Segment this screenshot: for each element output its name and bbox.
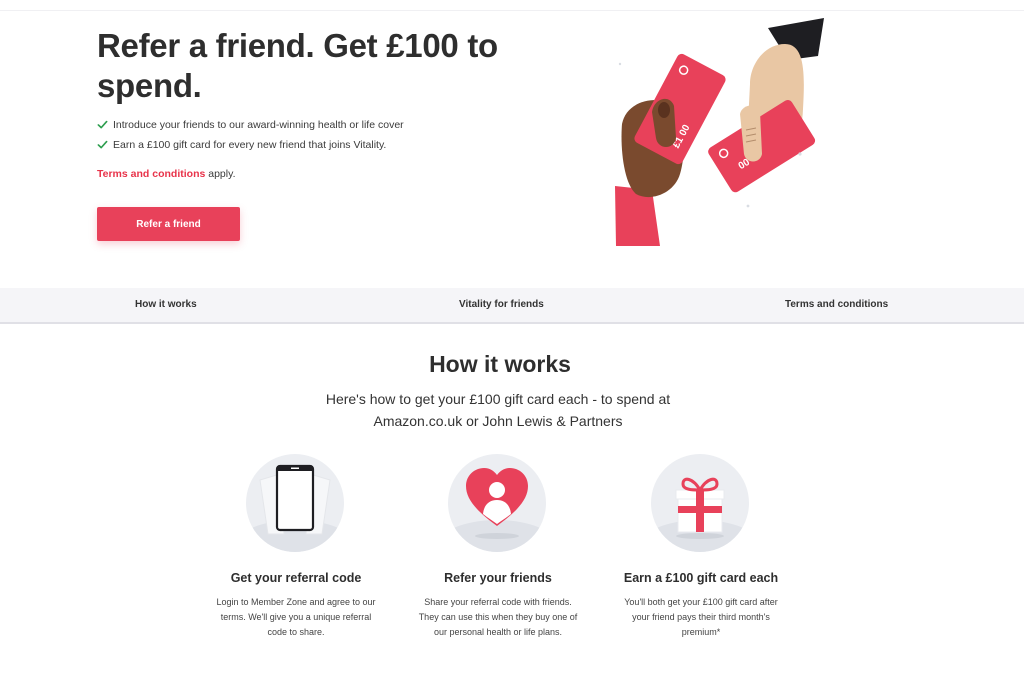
terms-suffix: apply.	[205, 168, 236, 180]
gift-card-exchange-illustration: £1 00 £1 00	[615, 18, 824, 246]
check-icon	[97, 140, 108, 149]
section-subtitle: Here's how to get your £100 gift card ea…	[0, 388, 996, 432]
tab-vitality-for-friends[interactable]: Vitality for friends	[459, 299, 544, 310]
subtitle-line: Here's how to get your £100 gift card ea…	[325, 391, 671, 407]
top-divider	[0, 10, 1024, 11]
benefit-text: Introduce your friends to our award-winn…	[113, 119, 404, 131]
refer-a-friend-button[interactable]: Refer a friend	[97, 207, 240, 241]
terms-note: Terms and conditions apply.	[97, 168, 236, 180]
terms-and-conditions-link[interactable]: Terms and conditions	[97, 168, 205, 180]
step-title: Refer your friends	[444, 571, 552, 585]
heart-person-icon	[448, 468, 546, 552]
section-title: How it works	[429, 351, 571, 377]
subtitle-line: Amazon.co.uk or John Lewis & Partners	[373, 413, 623, 429]
how-it-works-section: How it works Here's how to get your £100…	[0, 326, 1024, 694]
hero-title: Refer a friend. Get £100 to spend.	[97, 27, 498, 104]
benefit-item: Earn a £100 gift card for every new frie…	[97, 138, 404, 158]
step-description: You'll both get your £100 gift card afte…	[624, 597, 778, 637]
step-title: Earn a £100 gift card each	[623, 571, 779, 585]
benefit-text: Earn a £100 gift card for every new frie…	[113, 139, 387, 151]
phone-icon	[246, 464, 344, 552]
step-description: Login to Member Zone and agree to our te…	[216, 597, 376, 637]
tab-terms-and-conditions[interactable]: Terms and conditions	[785, 299, 888, 310]
check-icon	[97, 120, 108, 129]
gift-icon	[651, 477, 749, 552]
step-description: Share your referral code with friends. T…	[418, 597, 578, 637]
step-illustration	[448, 454, 546, 552]
tab-how-it-works[interactable]: How it works	[135, 299, 197, 310]
benefit-list: Introduce your friends to our award-winn…	[97, 118, 404, 158]
step-illustration	[246, 454, 344, 552]
section-tab-bar: How it works Vitality for friends Terms …	[0, 288, 1024, 324]
step-illustration	[651, 454, 749, 552]
step-title: Get your referral code	[230, 571, 362, 585]
hero-section: Refer a friend. Get £100 to spend. Intro…	[0, 0, 1024, 288]
benefit-item: Introduce your friends to our award-winn…	[97, 118, 404, 138]
